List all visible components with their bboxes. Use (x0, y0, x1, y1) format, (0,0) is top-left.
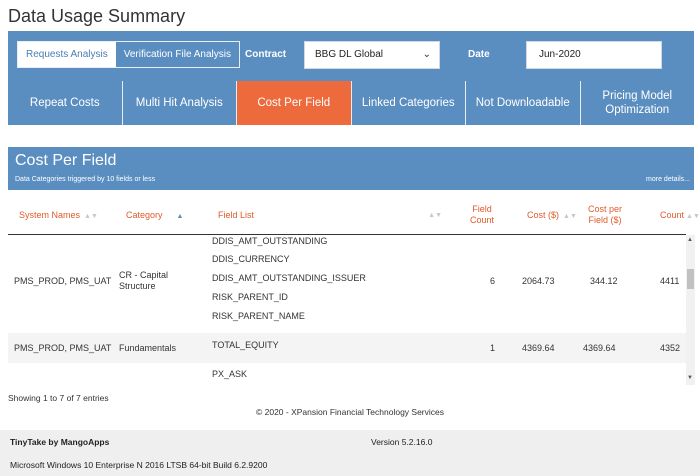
category-cell: Fundamentals (119, 343, 177, 353)
cost-cell: 4369.64 (522, 343, 555, 353)
category-cell: CR - Capital Structure (119, 270, 169, 291)
column-label: System Names (19, 210, 81, 220)
copyright: © 2020 - XPansion Financial Technology S… (255, 407, 445, 417)
column-label: Category (126, 210, 163, 220)
view-toggle: Requests Analysis Verification File Anal… (17, 41, 240, 68)
status-bar: TinyTake by MangoApps Version 5.2.16.0 M… (0, 430, 700, 476)
field-count-cell: 1 (490, 343, 496, 353)
field-item: TOTAL_EQUITY (212, 340, 279, 350)
count-cell: 4352 (660, 343, 681, 353)
scroll-thumb[interactable] (687, 269, 694, 289)
contract-select[interactable]: BBG DL Global ⌄ (304, 41, 440, 69)
more-details-link[interactable]: more details... (646, 176, 690, 183)
column-header-field-count[interactable]: Field Count (466, 204, 498, 226)
sort-ascending-icon: ▲ (176, 213, 184, 220)
pagination-info: Showing 1 to 7 of 7 entries (8, 393, 109, 403)
count-cell: 4411 (660, 276, 680, 286)
table-body: DDIS_AMT_OUTSTANDING DDIS_CURRENCY DDIS_… (8, 235, 686, 385)
filter-panel: Requests Analysis Verification File Anal… (8, 31, 694, 125)
date-input[interactable]: Jun-2020 (526, 41, 662, 69)
tab-multi-hit-analysis[interactable]: Multi Hit Analysis (123, 81, 237, 125)
column-label: Field List (218, 210, 255, 220)
column-header-count[interactable]: Count ▲▼ (660, 210, 700, 222)
status-version: Version 5.2.16.0 (371, 437, 433, 447)
sort-icon: ▲▼ (428, 212, 442, 219)
column-header-category[interactable]: Category ▲ (126, 210, 183, 222)
tab-pricing-model-optimization[interactable]: Pricing Model Optimization (581, 81, 695, 125)
cost-cell: 2064.73 (522, 276, 555, 286)
chevron-down-icon: ⌄ (422, 49, 431, 60)
tab-linked-categories[interactable]: Linked Categories (352, 81, 466, 125)
sort-icon: ▲▼ (84, 213, 98, 220)
table-scrollbar[interactable]: ▲ ▼ (686, 235, 695, 385)
field-item: PX_ASK (212, 369, 248, 379)
field-item: DDIS_CURRENCY (212, 254, 290, 264)
system-names-cell: PMS_PROD, PMS_UAT (14, 276, 112, 286)
analysis-tabs: Repeat Costs Multi Hit Analysis Cost Per… (8, 81, 694, 125)
column-label: Count (660, 210, 685, 220)
contract-label: Contract (245, 49, 287, 60)
date-label: Date (468, 49, 490, 60)
arrow-up-icon[interactable]: ▲ (687, 237, 693, 243)
cost-per-field-cell: 4369.64 (583, 343, 616, 353)
column-header-system-names[interactable]: System Names ▲▼ (19, 210, 98, 222)
column-header-field-list[interactable]: Field List ▲▼ (218, 210, 442, 221)
tab-repeat-costs[interactable]: Repeat Costs (8, 81, 123, 125)
sort-icon: ▲▼ (686, 213, 700, 220)
field-item: DDIS_AMT_OUTSTANDING (212, 236, 328, 246)
sort-icon: ▲▼ (563, 213, 577, 220)
tab-not-downloadable[interactable]: Not Downloadable (466, 81, 581, 125)
status-app-name: TinyTake by MangoApps (10, 437, 110, 447)
column-header-cost-per-field[interactable]: Cost per Field ($) (582, 204, 628, 226)
section-header: Cost Per Field Data Categories triggered… (8, 147, 694, 190)
contract-value: BBG DL Global (315, 49, 383, 60)
system-names-cell: PMS_PROD, PMS_UAT (14, 343, 112, 353)
field-item: DDIS_AMT_OUTSTANDING_ISSUER (212, 273, 366, 283)
verification-file-analysis-toggle[interactable]: Verification File Analysis (115, 42, 239, 67)
field-item: RISK_PARENT_ID (212, 292, 288, 302)
field-item: RISK_PARENT_NAME (212, 311, 305, 321)
cost-per-field-cell: 344.12 (590, 276, 618, 286)
column-label: Cost ($) (527, 210, 560, 220)
status-os: Microsoft Windows 10 Enterprise N 2016 L… (10, 460, 268, 470)
column-header-cost[interactable]: Cost ($) ▲▼ (527, 210, 577, 222)
field-count-cell: 6 (490, 276, 496, 286)
requests-analysis-toggle[interactable]: Requests Analysis (18, 42, 116, 67)
section-title: Cost Per Field (15, 152, 117, 169)
tab-cost-per-field[interactable]: Cost Per Field (237, 81, 352, 125)
page-title: Data Usage Summary (8, 6, 186, 26)
arrow-down-icon[interactable]: ▼ (687, 375, 693, 381)
section-subtitle: Data Categories triggered by 10 fields o… (15, 176, 156, 183)
